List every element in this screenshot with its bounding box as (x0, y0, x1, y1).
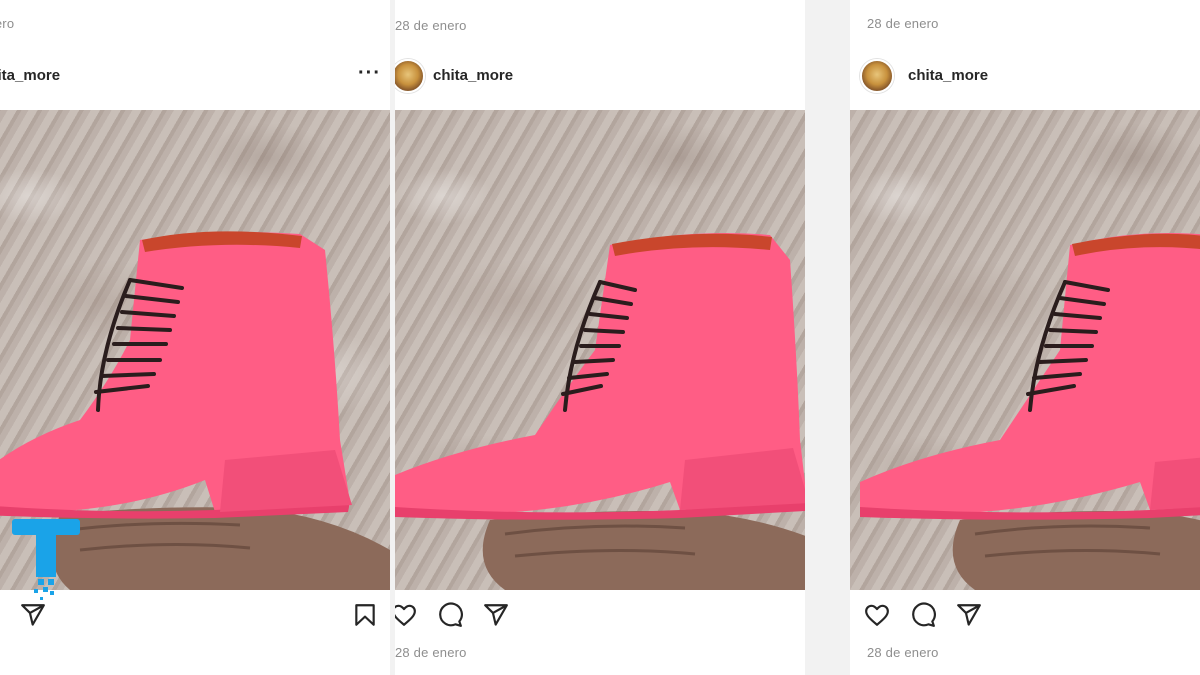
send-icon[interactable] (483, 602, 509, 628)
post-date-top: 28 de enero (867, 16, 939, 31)
post-username[interactable]: chita_more (0, 67, 60, 84)
post-photo[interactable] (395, 110, 805, 590)
avatar[interactable] (395, 59, 425, 93)
post-date-top: enero (0, 16, 15, 31)
send-icon[interactable] (20, 602, 46, 628)
bookmark-icon[interactable] (352, 602, 378, 628)
comment-icon[interactable] (437, 602, 463, 628)
heart-icon[interactable] (864, 602, 890, 628)
post-date-top: 28 de enero (395, 18, 467, 33)
post-header: chita_more ··· (0, 56, 390, 100)
pink-boot-image (395, 232, 805, 590)
heart-icon[interactable] (395, 602, 417, 628)
avatar[interactable] (860, 59, 894, 93)
post-date-bottom: 28 de enero (395, 645, 467, 660)
post-actions (850, 598, 1200, 638)
t-logo-watermark (10, 515, 82, 605)
post-username[interactable]: chita_more (908, 67, 988, 84)
post-header: chita_more (850, 56, 1200, 100)
comment-icon[interactable] (910, 602, 936, 628)
post-panel-2: 28 de enero chita_more ··· (395, 0, 805, 675)
pink-boot-image (860, 233, 1200, 590)
post-actions (395, 598, 805, 638)
post-header: chita_more ··· (395, 56, 805, 100)
post-date-bottom: 28 de enero (867, 645, 939, 660)
post-username[interactable]: chita_more (433, 67, 513, 84)
more-options-icon[interactable]: ··· (358, 62, 381, 85)
post-panel-3: 28 de enero chita_more 28 de enero (850, 0, 1200, 675)
send-icon[interactable] (956, 602, 982, 628)
post-photo[interactable] (850, 110, 1200, 590)
